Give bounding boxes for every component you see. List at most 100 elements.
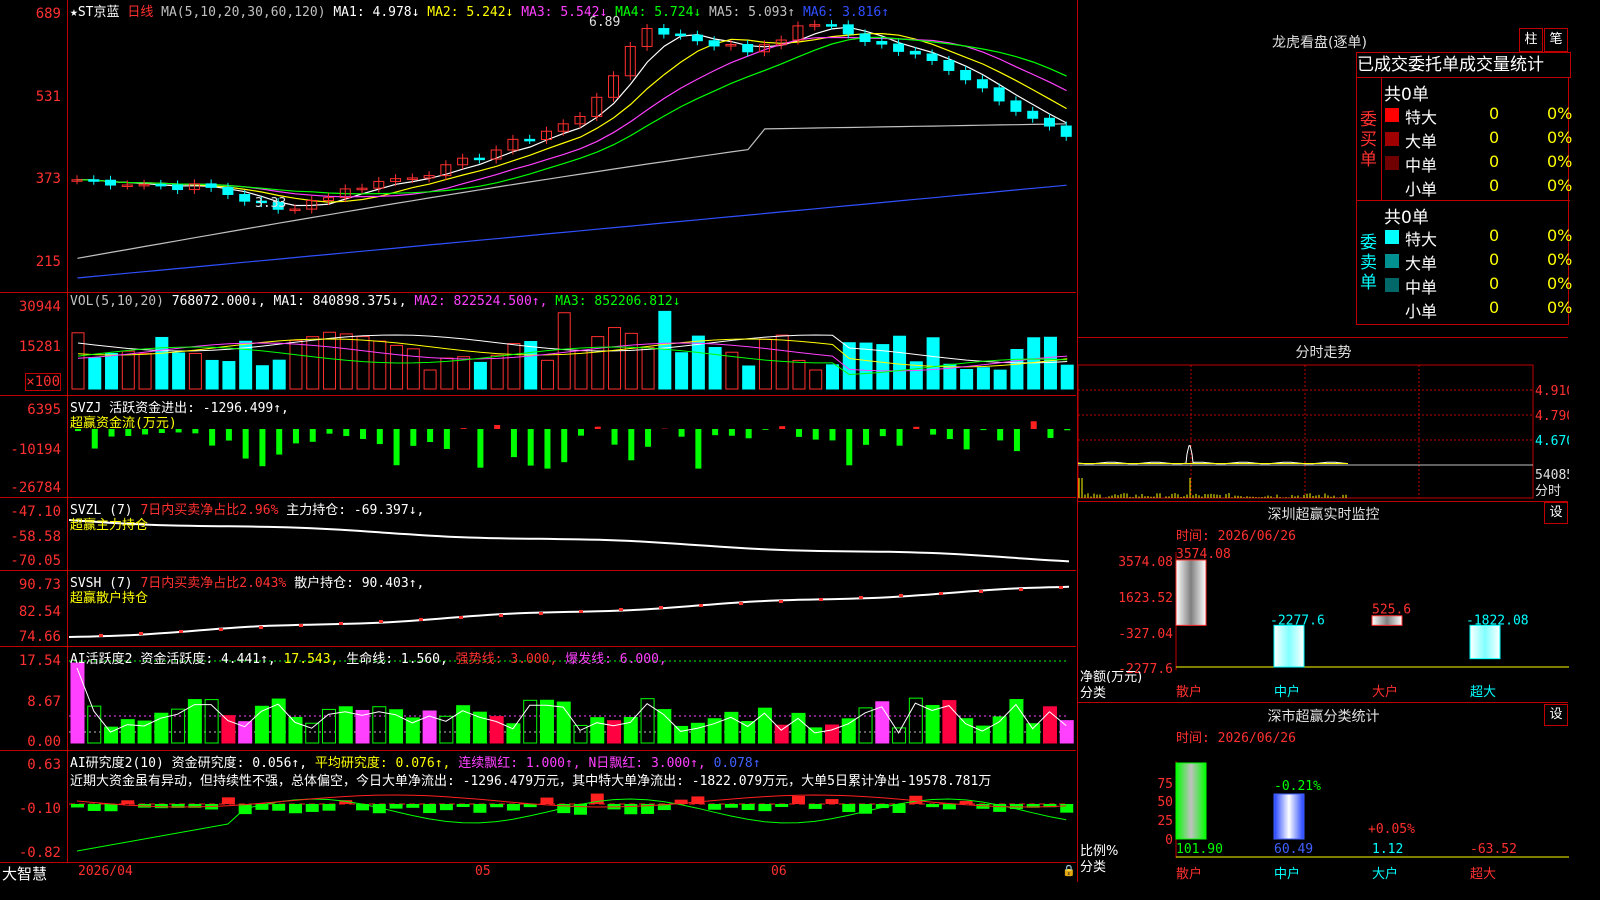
volume-panel[interactable]: 30944 15281 ×100 VOL(5,10,20) 768072.000… <box>0 293 1076 396</box>
volume-bar <box>205 359 219 390</box>
stats-axis-label: 0 <box>1165 833 1173 848</box>
intraday-chart[interactable]: 4.910 4.790 4.670 54085分时 <box>1078 338 1569 502</box>
svzj-panel[interactable]: 6395 -10194 -26784 SVZJ 活跃资金进出: -1296.49… <box>0 396 1076 498</box>
lhb-stats-tab[interactable]: 已成交委托单成交量统计 <box>1356 52 1571 78</box>
svsh-axis-label: 90.73 <box>18 577 61 593</box>
stats-bar <box>1273 793 1305 840</box>
volume-bar <box>792 359 806 390</box>
fund-flow-bar <box>695 429 702 469</box>
activity-bar <box>959 718 974 744</box>
candle-body <box>205 183 217 188</box>
stats-panel[interactable]: 深市超赢分类统计 设 时间: 2026/06/26 75 50 25 0 101.90 散… <box>1077 703 1569 882</box>
date-label: 06 <box>771 864 787 879</box>
research-bar <box>288 804 302 814</box>
ai-research-v4: N日飘红: 3.000↑, <box>588 756 706 771</box>
candle-body <box>1043 117 1055 127</box>
activity-bar <box>774 724 789 744</box>
monitor-bar-group[interactable] <box>1175 559 1207 626</box>
retail-tick <box>539 612 543 615</box>
retail-tick <box>339 622 343 625</box>
stats-axis-label: 75 <box>1157 777 1173 792</box>
ai-activity-axis-label: 0.00 <box>27 734 61 750</box>
volume-bar <box>88 357 102 390</box>
price-axis-label: 373 <box>35 171 61 187</box>
candle-body <box>1010 100 1022 112</box>
fund-flow-bar <box>510 429 517 458</box>
volume-bar <box>1043 336 1057 390</box>
retail-tick <box>99 634 103 637</box>
volume-bar <box>608 327 622 390</box>
ai-activity-axis-label: 8.67 <box>27 694 61 710</box>
retail-tick <box>859 596 863 599</box>
research-line <box>76 798 1067 852</box>
candle-body <box>893 43 905 52</box>
volume-bar <box>641 346 655 390</box>
order-percent: 0% <box>1547 104 1573 123</box>
tick-mode-button[interactable]: 笔 <box>1544 28 1568 52</box>
retail-tick <box>979 590 983 593</box>
volume-bar <box>373 340 387 390</box>
research-bar <box>71 804 84 808</box>
candle-body <box>88 179 100 182</box>
lock-icon[interactable]: 🔒 <box>1062 864 1076 877</box>
retail-tick <box>659 606 663 609</box>
price-panel[interactable]: 689 531 373 215 ★ST京蓝 日线 MA(5,10,20,30,6… <box>0 0 1076 293</box>
svzl-panel[interactable]: -47.10 -58.58 -70.05 SVZL (7) 7日内买卖净占比2.… <box>0 498 1076 571</box>
ai-activity-v3: 生命线: 1.560, <box>346 652 448 667</box>
volume-axis-label: 30944 <box>18 299 61 315</box>
svzl-value: 主力持仓: -69.397↓, <box>286 503 425 518</box>
research-bar <box>942 804 956 810</box>
monitor-category-label: 大户 <box>1372 684 1398 700</box>
svsh-panel[interactable]: 90.73 82.54 74.66 SVSH (7) 7日内买卖净占比2.043… <box>0 571 1076 647</box>
activity-bar <box>724 711 739 744</box>
activity-bar <box>137 720 152 744</box>
date-bar[interactable]: 大智慧 2026/04 05 06 🔒 <box>0 863 1076 883</box>
order-count: 0 <box>1489 274 1500 293</box>
fund-flow-bar <box>376 429 383 445</box>
stats-bar-label: -63.52 <box>1470 842 1517 857</box>
research-bar <box>506 804 520 811</box>
research-bar <box>926 804 940 808</box>
fund-flow-bar <box>91 429 98 449</box>
volume-bar <box>440 357 454 390</box>
research-bar <box>322 804 336 811</box>
order-size-name: 小单 <box>1405 180 1438 199</box>
monitor-bar-group[interactable] <box>1273 624 1305 668</box>
bar-mode-button[interactable]: 柱 <box>1519 28 1543 52</box>
lhb-table: 委买单 共0单 特大 0 0% 大单 0 0% 中单 0 0% 小单 0 0% 委卖单 共0单 特大 0… <box>1356 77 1573 325</box>
stats-chart[interactable]: 75 50 25 0101.90 散户 -0.21% 60.49 中户 +0.05% 1.12 大户… <box>1078 703 1569 882</box>
fund-flow-bar <box>242 429 249 459</box>
research-bar <box>272 804 286 811</box>
fund-flow-bar <box>812 429 819 440</box>
retail-tick <box>219 628 223 631</box>
volume-bar <box>557 312 571 390</box>
stats-bar-label: 101.90 <box>1176 842 1223 857</box>
monitor-panel[interactable]: 深圳超赢实时监控 设 时间: 2026/06/26 3574.08 1623.52… <box>1077 502 1569 703</box>
candlestick-chart[interactable]: 6.89 3.33 <box>69 0 1075 292</box>
ai-activity-panel[interactable]: 17.54 8.67 0.00 AI活跃度2 资金活跃度: 4.441↑, 17… <box>0 647 1076 751</box>
volume-bar <box>540 359 554 390</box>
candle-body <box>1027 110 1039 119</box>
fund-flow-bar <box>561 429 568 463</box>
intraday-panel[interactable]: 分时走势 4.9104.7904.67054085分时 <box>1077 338 1569 502</box>
research-bar <box>791 796 805 804</box>
activity-bar <box>607 720 622 744</box>
monitor-chart[interactable]: 3574.081623.52-327.04-2277.63574.08散户-22… <box>1078 502 1569 702</box>
intraday-axis-label: 4.790 <box>1535 409 1569 424</box>
fund-flow-bar <box>578 429 584 436</box>
volume-bar <box>507 343 521 390</box>
candle-body <box>976 79 988 89</box>
order-percent: 0% <box>1547 128 1573 147</box>
candle-body <box>239 193 251 202</box>
monitor-bar-group[interactable] <box>1469 624 1501 660</box>
ai-activity-header: AI活跃度2 资金活跃度: 4.441↑, 17.543, 生命线: 1.560… <box>70 648 667 667</box>
volume-bar <box>993 369 1007 390</box>
ai-research-note: 近期大资金虽有异动，但持续性不强，总体偏空，今日大单净流出: -1296.479… <box>70 774 992 789</box>
volume-bar <box>71 332 85 390</box>
volume-bar <box>1060 364 1074 390</box>
ai-research-panel[interactable]: 0.63 -0.10 -0.82 AI研究度2(10) 资金研究度: 0.056… <box>0 751 1076 863</box>
fund-flow-bar <box>963 429 970 450</box>
lhb-panel[interactable]: 龙虎看盘(逐单) 柱 笔 已成交委托单成交量统计 委买单 共0单 特大 0 0% 大单… <box>1077 0 1573 338</box>
fund-flow-bar <box>896 429 903 446</box>
volume-chart[interactable] <box>69 293 1075 395</box>
